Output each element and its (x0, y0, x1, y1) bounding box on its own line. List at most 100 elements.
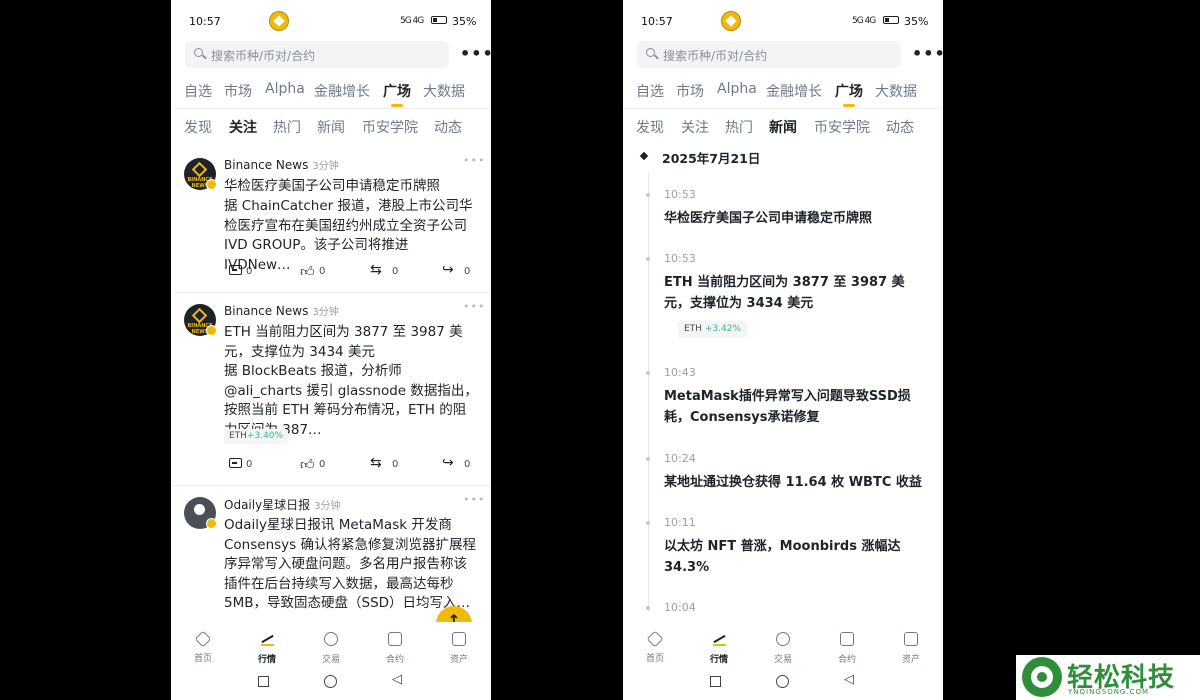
subtab-news[interactable]: 新闻 (317, 117, 345, 137)
tab-market[interactable]: 市场 (224, 81, 252, 101)
post-body: Odaily星球日报讯 MetaMask 开发商 Consensys 确认将紧急… (224, 517, 476, 611)
nav-home[interactable]: 首页 (183, 630, 223, 664)
author-name: Binance News (224, 304, 309, 318)
subtab-activity[interactable]: 动态 (886, 117, 914, 137)
app-logo-icon (269, 11, 289, 31)
coin-chip[interactable]: ETH +3.42% (678, 321, 747, 338)
nav-assets[interactable]: 资产 (891, 632, 931, 665)
news-headline: 华检医疗美国子公司申请稳定币牌照 (664, 211, 873, 226)
coin-chip[interactable]: ETH+3.40% (224, 429, 289, 444)
post-title: ETH 当前阻力区间为 3877 至 3987 美元，支撑位为 3434 美元 (224, 324, 463, 360)
news-headline: 以太坊 NFT 普涨，Moonbirds 涨幅达 34.3% (664, 539, 901, 575)
tab-earn[interactable]: 金融增长 (314, 81, 370, 101)
post-title: 华检医疗美国子公司申请稳定币牌照 (224, 178, 440, 194)
divider (623, 108, 943, 109)
back-icon[interactable]: ◁ (844, 672, 854, 687)
timeline-dot (646, 193, 650, 197)
subtab-academy[interactable]: 币安学院 (362, 117, 418, 137)
search-input[interactable]: 搜索币种/币对/合约 (637, 41, 901, 68)
phone-screen-following: 10:57 5G 4G 35% 搜索币种/币对/合约 ••• 自选 市场 Alp… (171, 0, 491, 700)
tab-bigdata[interactable]: 大数据 (875, 81, 917, 101)
subtab-discover[interactable]: 发现 (184, 117, 212, 137)
subtab-following[interactable]: 关注 (229, 117, 257, 137)
post-more-icon[interactable]: ••• (463, 300, 485, 313)
nav-futures[interactable]: 合约 (375, 632, 415, 665)
search-icon (194, 48, 203, 57)
news-time: 10:04 (664, 601, 696, 614)
recent-apps-icon[interactable] (710, 676, 721, 687)
share-icon: ↪ (442, 262, 454, 278)
timeline-dot (646, 457, 650, 461)
tab-alpha[interactable]: Alpha (717, 81, 757, 97)
futures-icon (840, 632, 854, 646)
wallet-icon (452, 632, 466, 646)
search-placeholder: 搜索币种/币对/合约 (211, 49, 316, 63)
author-name: Odaily星球日报 (224, 498, 311, 512)
nav-trade[interactable]: 交易 (311, 632, 351, 665)
subtab-activity[interactable]: 动态 (434, 117, 462, 137)
avatar[interactable]: BINANCE NEWS (184, 158, 217, 190)
home-button-icon[interactable] (324, 675, 337, 688)
avatar[interactable]: BINANCE NEWS (184, 304, 217, 336)
post-more-icon[interactable]: ••• (463, 493, 485, 506)
news-time: 10:53 (664, 252, 696, 265)
subtab-hot[interactable]: 热门 (273, 117, 301, 137)
tab-square[interactable]: 广场 (835, 81, 863, 107)
futures-icon (388, 632, 402, 646)
post-author[interactable]: Odaily星球日报 3分钟 (224, 496, 341, 513)
subtab-discover[interactable]: 发现 (636, 117, 664, 137)
subtab-hot[interactable]: 热门 (725, 117, 753, 137)
tab-square[interactable]: 广场 (383, 81, 411, 107)
more-icon[interactable]: ••• (912, 44, 943, 63)
author-name: Binance News (224, 158, 309, 172)
battery-percent: 35% (904, 15, 929, 28)
verified-icon (206, 179, 217, 190)
subtab-news[interactable]: 新闻 (769, 117, 797, 137)
wallet-icon (904, 632, 918, 646)
sub-tabs: 发现 关注 热门 新闻 币安学院 动态 (623, 117, 943, 137)
nav-futures[interactable]: 合约 (827, 632, 867, 665)
search-input[interactable]: 搜索币种/币对/合约 (185, 41, 449, 68)
back-icon[interactable]: ◁ (392, 672, 402, 687)
post-time: 3分钟 (314, 501, 341, 512)
tab-favorites[interactable]: 自选 (184, 81, 212, 101)
tab-market[interactable]: 市场 (676, 81, 704, 101)
phone-screen-news: 10:57 5G 4G 35% 搜索币种/币对/合约 ••• 自选 市场 Alp… (623, 0, 943, 700)
signal-icon: 5G 4G (852, 16, 876, 26)
nav-home[interactable]: 首页 (635, 630, 675, 664)
nav-trade[interactable]: 交易 (763, 632, 803, 665)
post-author[interactable]: Binance News 3分钟 (224, 303, 339, 318)
tab-bigdata[interactable]: 大数据 (423, 81, 465, 101)
watermark-logo-icon (1022, 657, 1062, 697)
verified-icon (206, 518, 217, 529)
nav-assets[interactable]: 资产 (439, 632, 479, 665)
avatar[interactable] (184, 497, 217, 529)
subtab-academy[interactable]: 币安学院 (814, 117, 870, 137)
post-more-icon[interactable]: ••• (463, 154, 485, 167)
tab-favorites[interactable]: 自选 (636, 81, 664, 101)
timeline-dot (646, 257, 650, 261)
nav-markets[interactable]: 行情 (699, 632, 739, 665)
signal-icon: 5G 4G (400, 16, 424, 26)
system-nav-bar: ◁ (623, 670, 943, 700)
tab-earn[interactable]: 金融增长 (766, 81, 822, 101)
battery-percent: 35% (452, 15, 477, 28)
recent-apps-icon[interactable] (258, 676, 269, 687)
more-icon[interactable]: ••• (460, 44, 491, 63)
timeline-dot (646, 521, 650, 525)
subtab-following[interactable]: 关注 (681, 117, 709, 137)
post-time: 3分钟 (312, 307, 339, 318)
trade-icon (324, 632, 338, 646)
post-author[interactable]: Binance News 3分钟 (224, 157, 339, 172)
thumbs-up-icon: 👍︎ (300, 264, 315, 280)
tab-alpha[interactable]: Alpha (265, 81, 305, 97)
home-icon (646, 630, 664, 648)
home-button-icon[interactable] (776, 675, 789, 688)
comment-icon (229, 265, 242, 275)
chart-icon (260, 632, 274, 646)
system-nav-bar: ◁ (171, 670, 491, 700)
post-separator (171, 485, 491, 486)
nav-markets[interactable]: 行情 (247, 632, 287, 665)
news-headline: 某地址通过换仓获得 11.64 枚 WBTC 收益 (664, 475, 922, 490)
post-time: 3分钟 (312, 161, 339, 172)
